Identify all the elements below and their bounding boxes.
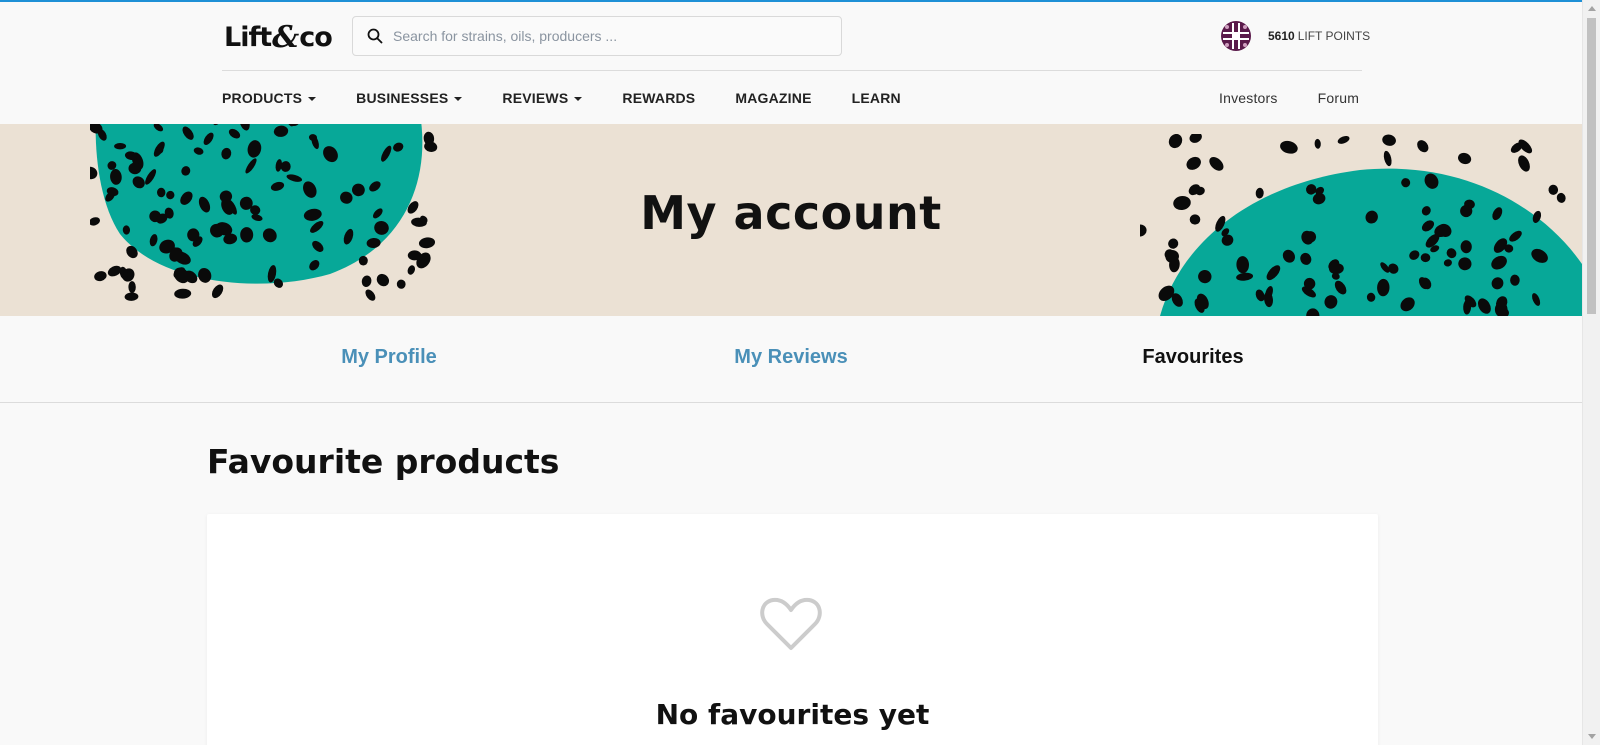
tab-my-profile[interactable]: My Profile xyxy=(341,346,437,369)
logo-text-amp: & xyxy=(272,19,299,55)
header-divider xyxy=(222,70,1362,71)
logo[interactable]: Lift & co xyxy=(224,19,333,55)
points-label: LIFT POINTS xyxy=(1297,29,1371,43)
speckle-dot xyxy=(1382,134,1396,146)
speckle-dot xyxy=(1337,135,1350,144)
caret-down-icon xyxy=(574,97,583,101)
search-input[interactable] xyxy=(393,17,841,55)
site-header: Lift&co 5610LIFT POINTS PRODUCTS BUSINES… xyxy=(0,2,1582,124)
nav-item-investors[interactable]: Investors xyxy=(1219,90,1278,106)
speckle-dot xyxy=(90,166,98,180)
search-icon[interactable] xyxy=(367,28,383,44)
logo-text-lift: Lift xyxy=(224,21,272,53)
lift-points[interactable]: 5610 LIFT POINTS xyxy=(1218,16,1370,56)
account-banner: My account xyxy=(0,124,1582,316)
speckle-dot xyxy=(1186,156,1201,170)
scroll-up-arrow-icon[interactable] xyxy=(1588,6,1596,11)
empty-state-title: No favourites yet xyxy=(655,698,930,731)
speckle-dot xyxy=(124,292,139,301)
speckle-dot xyxy=(1209,157,1224,171)
caret-down-icon xyxy=(308,97,317,101)
speckle-dot xyxy=(128,281,136,294)
speckle-dot xyxy=(396,279,406,289)
speckle-dot xyxy=(174,288,192,299)
nav-item-magazine[interactable]: MAGAZINE xyxy=(735,90,811,106)
speckle-dot xyxy=(407,265,416,275)
main-nav: PRODUCTS BUSINESSES REVIEWS REWARDS MAGA… xyxy=(222,86,941,110)
speckle-dot xyxy=(1314,138,1321,149)
page-title: My account xyxy=(640,186,942,240)
nav-item-reviews[interactable]: REVIEWS xyxy=(502,90,583,106)
lift-points-badge-icon xyxy=(1221,21,1251,51)
nav-label: Forum xyxy=(1317,90,1360,106)
secondary-nav: Investors Forum xyxy=(1219,86,1399,110)
scroll-thumb[interactable] xyxy=(1587,18,1596,314)
speckle-dot xyxy=(1280,140,1298,154)
nav-item-learn[interactable]: LEARN xyxy=(852,90,901,106)
nav-item-rewards[interactable]: REWARDS xyxy=(622,90,695,106)
account-tabs: My Profile My Reviews Favourites xyxy=(0,316,1582,403)
speckle-dot xyxy=(358,255,368,266)
tab-my-reviews[interactable]: My Reviews xyxy=(734,346,847,369)
points-value: 5610 xyxy=(1268,29,1295,43)
caret-down-icon xyxy=(454,97,463,101)
nav-label: LEARN xyxy=(851,90,901,106)
nav-label: Investors xyxy=(1219,90,1278,106)
nav-label: REVIEWS xyxy=(502,90,569,106)
speckle-dot xyxy=(1458,152,1472,165)
tab-favourites[interactable]: Favourites xyxy=(1142,346,1243,369)
speckle-dot xyxy=(1383,150,1392,167)
points-text: 5610 LIFT POINTS xyxy=(1268,29,1370,43)
speckle-dot xyxy=(365,289,376,301)
nav-label: REWARDS xyxy=(622,90,696,106)
nav-item-products[interactable]: PRODUCTS xyxy=(222,90,317,106)
scroll-down-arrow-icon[interactable] xyxy=(1588,734,1596,739)
speckle-dot xyxy=(211,284,224,299)
nav-item-businesses[interactable]: BUSINESSES xyxy=(356,90,463,106)
speckle-dot xyxy=(1189,134,1202,143)
nav-label: BUSINESSES xyxy=(356,90,449,106)
speckle-dot xyxy=(94,271,107,282)
nav-label: PRODUCTS xyxy=(222,90,303,106)
favourites-empty-card: No favourites yet xyxy=(207,514,1378,745)
nav-label: MAGAZINE xyxy=(735,90,812,106)
search-box xyxy=(352,16,842,56)
section-title: Favourite products xyxy=(207,442,560,481)
speckle-dot xyxy=(1417,140,1429,153)
logo-text-co: co xyxy=(299,21,333,53)
heart-outline-icon xyxy=(760,597,822,650)
speckle-dot xyxy=(361,275,372,287)
nav-item-forum[interactable]: Forum xyxy=(1318,90,1359,106)
speckle-dot xyxy=(1518,155,1530,172)
speckle-dot xyxy=(1168,134,1183,149)
speckle-dot xyxy=(376,273,390,287)
scrollbar[interactable] xyxy=(1582,0,1600,745)
